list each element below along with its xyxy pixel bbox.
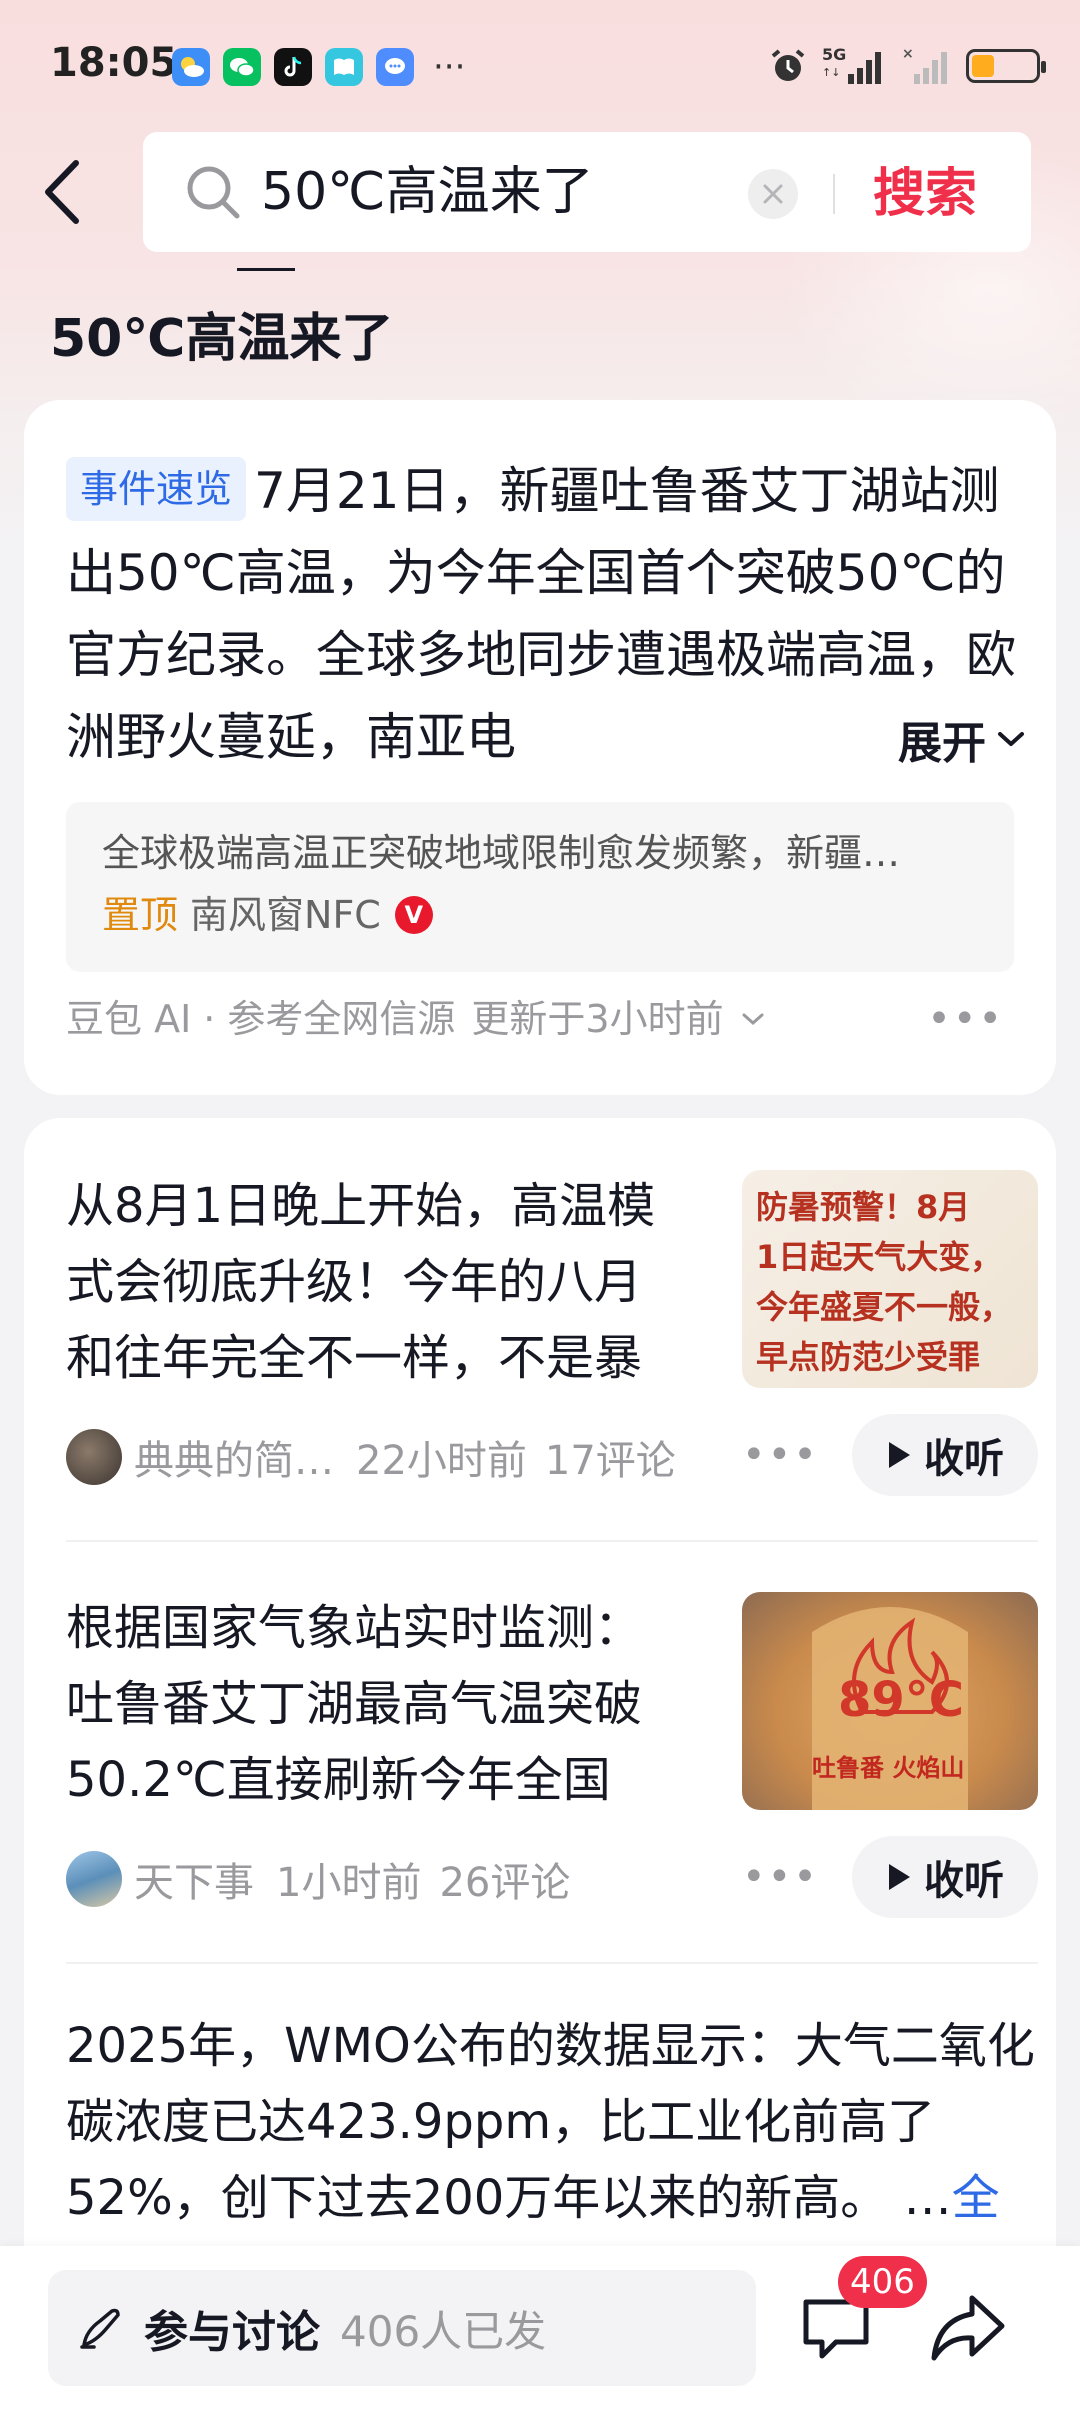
tab-indicator [237,268,295,271]
feed-item[interactable]: 根据国家气象站实时监测：吐鲁番艾丁湖最高气温突破50.2℃直接刷新今年全国最… … [66,1590,1038,1922]
play-icon [889,1864,910,1890]
feed-item-text[interactable]: 从8月1日晚上开始，高温模式会彻底升级！今年的八月和往年完全不一样，不是暴晒… [66,1168,686,1396]
search-icon [187,166,240,219]
weather-app-icon [172,48,210,86]
avatar[interactable] [66,1429,122,1485]
listen-label: 收听 [924,1436,1004,1482]
separator-dot: · [203,997,216,1041]
share-icon [931,2295,1005,2361]
page-title: 50℃高温来了 [50,309,394,369]
feed-thumbnail[interactable]: 防暑预警！8月 1日起天气大变， 今年盛夏不一般， 早点防范少受罪 [742,1170,1038,1388]
discussion-count: 406人已发 [340,2306,547,2356]
summary-footer: 豆包 AI · 参考全网信源 更新于3小时前 ••• [66,994,1026,1044]
douyin-app-icon [274,48,312,86]
source-snippet: 全球极端高温正突破地域限制愈发频繁，新疆… [102,831,901,875]
update-time: 更新于3小时前 [471,997,724,1041]
signal-weak-icon: × [902,46,947,84]
battery-icon [966,49,1046,83]
clear-search-button[interactable] [748,169,798,219]
listen-button[interactable]: 收听 [852,1836,1038,1918]
back-button[interactable] [40,152,100,232]
feed-divider [66,1962,1038,1964]
listen-button[interactable]: 收听 [852,1414,1038,1496]
author-name[interactable]: 天下事 [134,1850,254,1908]
notification-icons: ··· [172,48,465,86]
comment-count-badge: 406 [838,2256,927,2308]
event-summary-card: 事件速览 7月21日，新疆吐鲁番艾丁湖站测出50℃高温，为今年全国首个突破50℃的… [24,400,1056,1095]
listen-label: 收听 [924,1858,1004,1904]
discussion-label: 参与讨论 [144,2307,320,2358]
ai-source-label: 豆包 AI [66,997,192,1041]
reader-app-icon [325,48,363,86]
message-app-icon [376,48,414,86]
comment-count: 17评论 [544,1438,676,1484]
more-options-icon[interactable]: ••• [742,1854,819,1900]
comment-count: 26评论 [439,1860,571,1906]
thumbnail-line: 89°C [838,1672,965,1728]
search-divider [833,174,835,214]
system-status-icons: 5G ↑↓ × [768,44,1046,88]
thumbnail-line: 1日起天气大变， [756,1238,1003,1276]
author-name[interactable]: 典典的简… [134,1428,334,1486]
pinned-source[interactable]: 全球极端高温正突破地域限制愈发频繁，新疆… 置顶 南风窗NFC V [66,802,1014,972]
source-meta: 置顶 南风窗NFC V [102,890,1014,940]
svg-text:×: × [902,46,914,62]
search-input[interactable]: 50℃高温来了 [261,160,594,224]
bottom-action-bar: 参与讨论 406人已发 406 [0,2246,1080,2412]
feed-card: 从8月1日晚上开始，高温模式会彻底升级！今年的八月和往年完全不一样，不是暴晒… … [24,1118,1056,2318]
chevron-down-icon[interactable] [740,1010,766,1028]
search-bar[interactable]: 50℃高温来了 搜索 [143,132,1031,252]
status-time: 18:05 [50,40,178,86]
status-bar: 18:05 ··· 5G ↑↓ × [0,0,1080,130]
feed-item-text[interactable]: 根据国家气象站实时监测：吐鲁番艾丁湖最高气温突破50.2℃直接刷新今年全国最… [66,1590,686,1818]
play-icon [889,1442,910,1468]
long-post-text: 2025年，WMO公布的数据显示：大气二氧化碳浓度已达423.9ppm，比工业化… [66,2018,1035,2226]
post-time: 22小时前 [356,1438,527,1484]
expand-button[interactable]: 展开 [806,698,1026,780]
feed-item[interactable]: 从8月1日晚上开始，高温模式会彻底升级！今年的八月和往年完全不一样，不是暴晒… … [66,1168,1038,1500]
close-icon [763,184,783,204]
alarm-icon [771,49,805,81]
wechat-app-icon [223,48,261,86]
search-button[interactable]: 搜索 [873,162,977,226]
reference-label: 参考全网信源 [227,997,456,1041]
source-author: 南风窗NFC [190,893,381,937]
pen-icon [80,2308,120,2349]
share-button[interactable] [928,2290,1008,2366]
more-options-icon[interactable]: ••• [742,1432,819,1478]
svg-text:↑↓: ↑↓ [822,66,840,79]
battery-level [972,55,994,77]
thumbnail-line: 防暑预警！8月 [756,1188,971,1226]
back-arrow-icon [45,160,79,224]
chevron-down-icon [998,732,1024,746]
search-result-page: 18:05 ··· 5G ↑↓ × 50℃高温来了 搜索 50℃高温来了 事件速… [0,0,1080,2412]
event-summary-tag: 事件速览 [66,457,247,521]
verified-icon: V [394,896,433,934]
feed-item-meta: 典典的简… 22小时前 17评论 ••• 收听 [66,1414,1038,1500]
expand-label: 展开 [898,718,986,769]
more-notifications-icon: ··· [433,47,466,87]
thumbnail-line: 今年盛夏不一般， [756,1288,1013,1326]
signal-5g-icon: 5G ↑↓ [822,45,881,84]
feed-item-meta: 天下事 1小时前 26评论 ••• 收听 [66,1836,1038,1922]
more-options-icon[interactable]: ••• [927,994,1004,1044]
avatar[interactable] [66,1851,122,1907]
feed-thumbnail[interactable]: 89°C 吐鲁番 火焰山 [742,1592,1038,1810]
feed-divider [66,1540,1038,1542]
pin-badge: 置顶 [102,893,179,937]
post-time: 1小时前 [276,1860,422,1906]
thumbnail-line: 早点防范少受罪 [756,1338,981,1376]
svg-text:5G: 5G [822,45,846,64]
discussion-input[interactable]: 参与讨论 406人已发 [48,2270,756,2386]
thumbnail-line: 吐鲁番 火焰山 [812,1754,965,1782]
